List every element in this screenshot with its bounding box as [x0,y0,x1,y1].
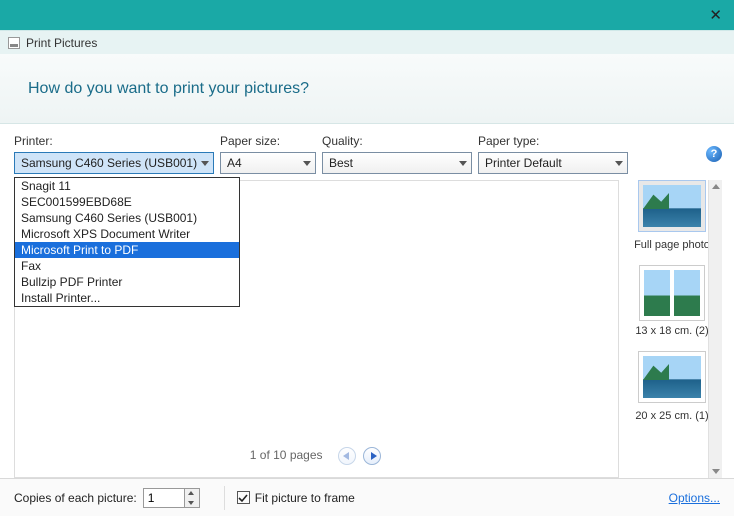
layouts-panel: Full page photo 13 x 18 cm. (2) 20 x 25 cm… [624,180,720,478]
help-icon[interactable]: ? [706,146,722,162]
window-title-row: Print Pictures [0,30,734,54]
layout-label: 13 x 18 cm. (2) [624,325,720,337]
pager: 1 of 10 pages [15,447,618,465]
prev-page-button[interactable] [338,447,356,465]
next-page-button[interactable] [363,447,381,465]
copies-label: Copies of each picture: [14,491,137,505]
layout-option[interactable]: 20 x 25 cm. (1) [624,351,720,422]
paper-type-label: Paper type: [478,134,628,148]
printer-option[interactable]: Snagit 11 [15,178,239,194]
quality-combo[interactable]: Best [322,152,472,174]
paper-size-label: Paper size: [220,134,316,148]
pager-text: 1 of 10 pages [250,448,323,462]
separator [224,486,225,510]
printer-option[interactable]: Bullzip PDF Printer [15,274,239,290]
copies-input[interactable] [143,488,185,508]
copies-up-button[interactable] [185,489,199,498]
printer-option[interactable]: Install Printer... [15,290,239,306]
fit-checkbox[interactable] [237,491,250,504]
close-icon[interactable]: ✕ [709,6,722,24]
printer-option[interactable]: Microsoft XPS Document Writer [15,226,239,242]
layout-label: 20 x 25 cm. (1) [624,410,720,422]
layout-option[interactable]: Full page photo [624,180,720,251]
app-icon [8,37,20,49]
copies-down-button[interactable] [185,498,199,507]
printer-dropdown[interactable]: Snagit 11SEC001599EBD68ESamsung C460 Ser… [14,177,240,307]
fit-label: Fit picture to frame [255,491,355,505]
footer: Copies of each picture: Fit picture to f… [0,478,734,516]
layout-thumb [638,351,706,403]
printer-option[interactable]: Microsoft Print to PDF [15,242,239,258]
printer-option[interactable]: Fax [15,258,239,274]
printer-option[interactable]: Samsung C460 Series (USB001) [15,210,239,226]
layout-option[interactable]: 13 x 18 cm. (2) [624,265,720,337]
title-bar: ✕ [0,0,734,30]
chevron-down-icon [201,161,209,166]
layout-label: Full page photo [624,239,720,251]
printer-value: Samsung C460 Series (USB001) [21,156,197,170]
paper-type-value: Printer Default [485,156,562,170]
options-link[interactable]: Options... [669,491,720,505]
page-heading: How do you want to print your pictures? [28,80,309,98]
paper-size-combo[interactable]: A4 [220,152,316,174]
layout-thumb [639,265,705,321]
banner: How do you want to print your pictures? [0,54,734,124]
printer-label: Printer: [14,134,214,148]
printer-combo[interactable]: Samsung C460 Series (USB001) [14,152,214,174]
quality-value: Best [329,156,353,170]
paper-size-value: A4 [227,156,242,170]
window-title: Print Pictures [26,36,97,50]
chevron-down-icon [615,161,623,166]
layout-thumb [638,180,706,232]
quality-label: Quality: [322,134,472,148]
scrollbar[interactable] [708,180,722,478]
paper-type-combo[interactable]: Printer Default [478,152,628,174]
chevron-down-icon [303,161,311,166]
printer-option[interactable]: SEC001599EBD68E [15,194,239,210]
chevron-down-icon [459,161,467,166]
controls-row: Printer: Samsung C460 Series (USB001) Pa… [0,124,734,182]
